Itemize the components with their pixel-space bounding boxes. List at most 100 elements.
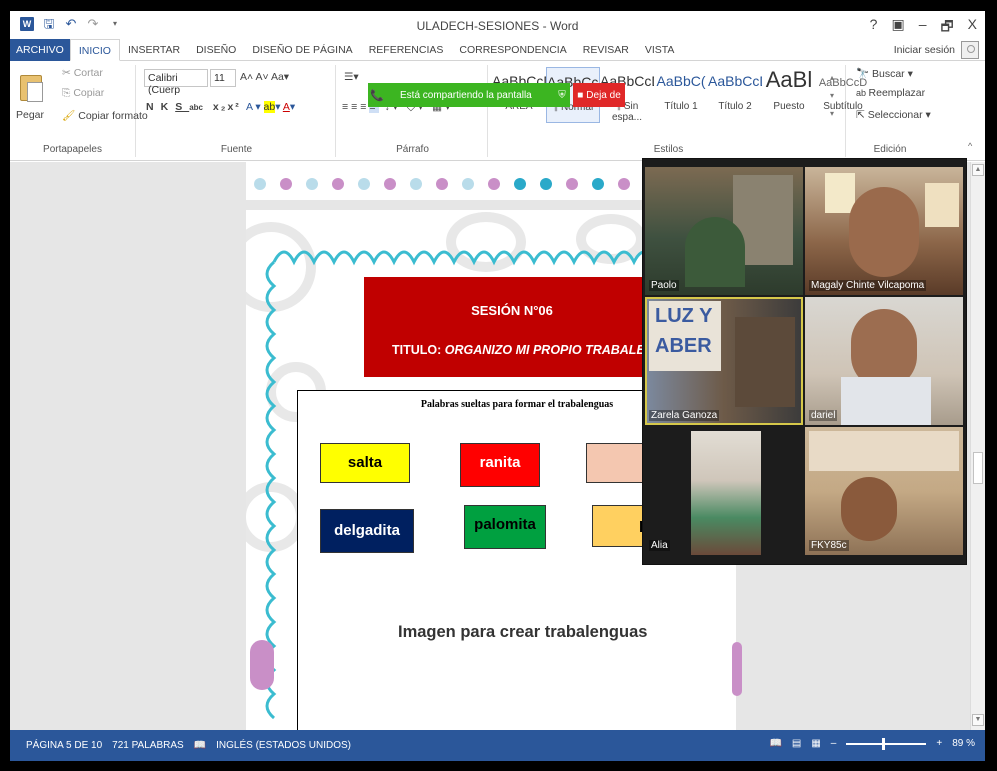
cut-button[interactable]: ✂ Cortar [62,67,103,79]
format-buttons[interactable]: NKSabc x₂x² [146,101,241,113]
session-banner[interactable]: SESIÓN N°06 TITULO: ORGANIZO MI PROPIO T… [364,277,690,377]
help-icon[interactable]: ? [870,16,878,40]
underline-button[interactable]: S [175,101,189,113]
tab-insertar[interactable]: INSERTAR [120,39,188,61]
web-layout-icon[interactable]: ▦ [811,738,820,749]
brush-icon: 🖌 [62,110,79,122]
scroll-down-icon[interactable]: ▼ [972,714,984,726]
font-size-box[interactable]: 11 [210,69,236,87]
avatar[interactable] [961,41,979,59]
text-effects-button[interactable]: A ▾ ab▾ A▾ [246,101,295,113]
group-label-paragraph: Párrafo [396,144,429,155]
window-title: ULADECH-SESIONES - Word [416,19,579,33]
participant-tile-active-speaker[interactable]: LUZ Y ABER Zarela Ganoza [645,297,803,425]
style-titulo-2[interactable]: AaBbCcDTítulo 2 [708,67,762,123]
tab-referencias[interactable]: REFERENCIAS [361,39,452,61]
title-bar: W 🖫 ↶ ↷ ▾ ULADECH-SESIONES - Word ? ▣ – … [10,11,985,39]
tab-correspondencia[interactable]: CORRESPONDENCIA [451,39,574,61]
language-indicator[interactable]: INGLÉS (ESTADOS UNIDOS) [216,740,351,751]
group-paragraph: ☰▾ ≡≡≡≡ ↕▾ ◇▾ ▦▾ Párrafo [338,65,488,157]
tab-inicio[interactable]: INICIO [69,38,120,61]
word-count[interactable]: 721 PALABRAS [112,740,184,751]
video-feed [691,431,761,555]
bold-button[interactable]: N [146,101,161,113]
window-controls: ? ▣ – 🗗 X [870,16,977,40]
collapse-ribbon-icon[interactable]: ^ [968,141,972,151]
format-painter-button[interactable]: 🖌 Copiar formato [62,109,148,122]
read-mode-icon[interactable]: 📖 [769,738,781,749]
session-title: SESIÓN N°06 [471,303,553,318]
zoom-slider[interactable] [846,737,927,750]
paste-button[interactable]: Pegar [16,109,44,121]
ribbon-display-icon[interactable]: ▣ [891,16,904,40]
page-indicator[interactable]: PÁGINA 5 DE 10 [26,740,102,751]
stop-icon: ■ [577,89,584,101]
tab-vista[interactable]: VISTA [637,39,683,61]
find-button[interactable]: 🔭 Buscar ▾ [856,67,913,80]
share-status-text: Está compartiendo la pantalla [400,89,532,101]
subscript-button[interactable]: x₂ [213,101,228,113]
tab-diseno-pagina[interactable]: DISEÑO DE PÁGINA [244,39,360,61]
screen-share-bar: 📞 Está compartiendo la pantalla ⛨ [368,83,570,107]
binoculars-icon: 🔭 [856,68,872,80]
scroll-up-icon[interactable]: ▲ [972,164,984,176]
participant-name: dariel [809,410,838,421]
zoom-level[interactable]: 89 % [952,738,975,749]
grow-font-button[interactable]: A˄ A˅ Aa▾ [240,71,289,83]
sign-in[interactable]: Iniciar sesión [894,41,979,59]
styles-scroll-buttons[interactable]: ▴ ▾ ▾ [830,69,834,123]
superscript-button[interactable]: x² [227,101,240,113]
group-label-font: Fuente [220,144,253,155]
style-puesto[interactable]: AaBl Puesto [762,67,816,123]
vertical-scrollbar[interactable]: ▲ ▼ [970,162,985,730]
group-clipboard: Pegar ✂ Cortar ⎘ Copiar 🖌 Copiar formato… [10,65,148,157]
proofing-icon[interactable]: 📖 [194,740,206,751]
image-heading: Imagen para crear trabalenguas [398,623,648,641]
tab-revisar[interactable]: REVISAR [575,39,637,61]
strikethrough-button[interactable]: abc [189,103,203,112]
group-font: Calibri (Cuerp 11 A˄ A˅ Aa▾ NKSabc x₂x² … [138,65,336,157]
zoom-thumb[interactable] [882,737,886,750]
italic-button[interactable]: K [161,101,176,113]
group-label-editing: Edición [873,144,907,155]
participant-name: FKY85c [809,540,849,551]
word-card[interactable]: delgadita [320,509,414,553]
font-name-box[interactable]: Calibri (Cuerp [144,69,208,96]
restore-icon[interactable]: 🗗 [941,16,954,40]
scroll-thumb[interactable] [973,452,983,484]
shirt [841,377,931,425]
stop-share-button[interactable]: ■ Deja de [573,83,625,107]
phone-icon: 📞 [370,89,384,102]
shield-icon[interactable]: ⛨ [554,90,570,101]
participant-tile[interactable]: Magaly Chinte Vilcapoma [805,167,963,295]
select-button[interactable]: ⇱ Seleccionar ▾ [856,109,931,121]
replace-button[interactable]: ab Reemplazar [856,87,925,99]
paste-icon[interactable] [20,75,43,102]
close-icon[interactable]: X [968,16,977,40]
participant-tile[interactable]: Alia [645,427,803,555]
participant-tile[interactable]: FKY85c [805,427,963,555]
wall-decoration [809,431,959,471]
replace-icon: ab [856,88,869,98]
group-label-clipboard: Portapapeles [43,144,102,155]
word-card[interactable]: palomita [464,505,546,549]
style-titulo-1[interactable]: AaBbC(Título 1 [654,67,708,123]
tab-archivo[interactable]: ARCHIVO [10,38,70,61]
group-editing: 🔭 Buscar ▾ ab Reemplazar ⇱ Seleccionar ▾… [850,65,931,157]
word-card[interactable]: salta [320,443,410,483]
ribbon: Pegar ✂ Cortar ⎘ Copiar 🖌 Copiar formato… [10,61,985,161]
participant-tile[interactable]: dariel [805,297,963,425]
sign-in-label[interactable]: Iniciar sesión [894,44,955,56]
copy-button[interactable]: ⎘ Copiar [62,87,104,100]
word-card[interactable]: ranita [460,443,540,487]
participant-tile[interactable]: Paolo [645,167,803,295]
minimize-icon[interactable]: – [919,16,927,40]
participant-name: Zarela Ganoza [649,410,720,421]
print-layout-icon[interactable]: ▤ [792,738,801,749]
wall-sign: LUZ Y ABER [649,301,721,371]
tab-diseno[interactable]: DISEÑO [188,39,244,61]
bullets-button[interactable]: ☰▾ [344,71,359,83]
video-participants-panel[interactable]: Paolo Magaly Chinte Vilcapoma LUZ Y ABER … [642,158,967,565]
zoom-out-icon[interactable]: – [831,738,837,749]
zoom-in-icon[interactable]: + [936,738,942,749]
